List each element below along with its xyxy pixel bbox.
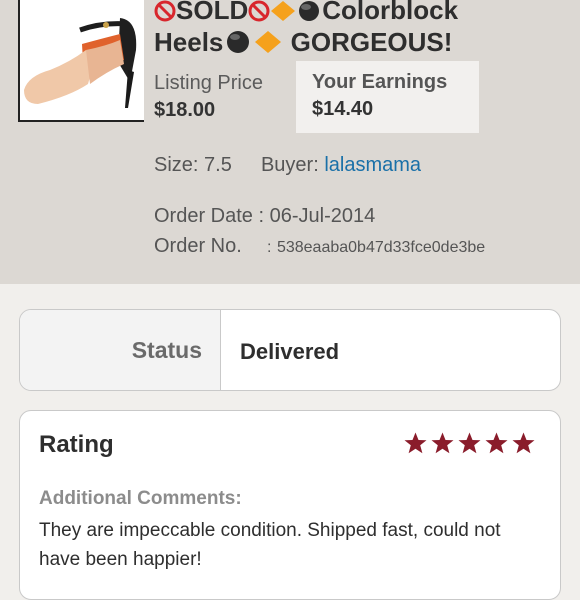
title-line-1: SOLD Colorblock xyxy=(154,0,574,26)
star-icon xyxy=(404,432,427,454)
order-no-label: Order No. xyxy=(154,235,242,257)
status-label-cell: Status xyxy=(20,310,221,390)
buyer-label: Buyer: xyxy=(260,154,319,176)
order-date-label: Order Date : xyxy=(154,205,265,227)
status-label: Status xyxy=(131,337,202,363)
rating-stars xyxy=(403,431,536,455)
no-entry-icon xyxy=(154,0,176,22)
rating-title: Rating xyxy=(39,431,114,458)
star-icon xyxy=(431,432,454,454)
buyer-link[interactable]: lalasmama xyxy=(324,154,421,176)
listing-price-label: Listing Price xyxy=(154,72,263,94)
listing-title[interactable]: SOLD Colorblock Heels GORGEOUS! xyxy=(154,0,574,58)
orange-diamond-icon xyxy=(271,1,296,21)
earnings-label: Your Earnings xyxy=(312,71,448,93)
listing-price-block: Listing Price $18.00 xyxy=(154,72,263,122)
title-line-2: Heels GORGEOUS! xyxy=(154,26,574,58)
order-date-row: Order Date : 06-Jul-2014 xyxy=(154,205,375,228)
black-circle-icon xyxy=(227,31,250,53)
heel-shoe-image xyxy=(20,0,144,120)
orange-diamond-icon xyxy=(255,31,282,53)
size-value: 7.5 xyxy=(204,154,232,176)
order-date-value: 06-Jul-2014 xyxy=(269,205,376,227)
order-no-value: 538eaaba0b47d33fce0de3be xyxy=(276,239,486,256)
title-sold-text: SOLD xyxy=(176,0,249,25)
comments-label: Additional Comments: xyxy=(39,488,242,509)
listing-price-value: $18.00 xyxy=(154,99,216,121)
earnings-block: Your Earnings $14.40 xyxy=(296,61,479,133)
order-no-row: Order No. : 538eaaba0b47d33fce0de3be xyxy=(154,235,485,258)
earnings-value: $14.40 xyxy=(312,98,374,120)
status-card: Status Delivered xyxy=(19,309,561,391)
listing-header: SOLD Colorblock Heels GORGEOUS! Listing P… xyxy=(0,0,580,284)
size-buyer-row: Size: 7.5 Buyer: lalasmama xyxy=(154,154,421,177)
star-icon xyxy=(485,432,508,454)
product-thumbnail[interactable] xyxy=(18,0,144,122)
star-icon xyxy=(458,432,481,454)
title-tail-1: Colorblock xyxy=(322,0,459,25)
black-circle-icon xyxy=(299,1,320,21)
star-icon xyxy=(512,432,535,454)
rating-card: Rating Additional Comments: They are imp… xyxy=(19,410,561,600)
title-gorgeous-text: GORGEOUS! xyxy=(290,27,453,57)
order-no-separator: : xyxy=(266,239,272,256)
size-label: Size: xyxy=(154,154,199,176)
title-heels-text: Heels xyxy=(154,27,224,57)
status-value: Delivered xyxy=(240,339,340,364)
no-entry-icon xyxy=(248,0,270,22)
comments-text: They are impeccable condition. Shipped f… xyxy=(39,520,501,570)
